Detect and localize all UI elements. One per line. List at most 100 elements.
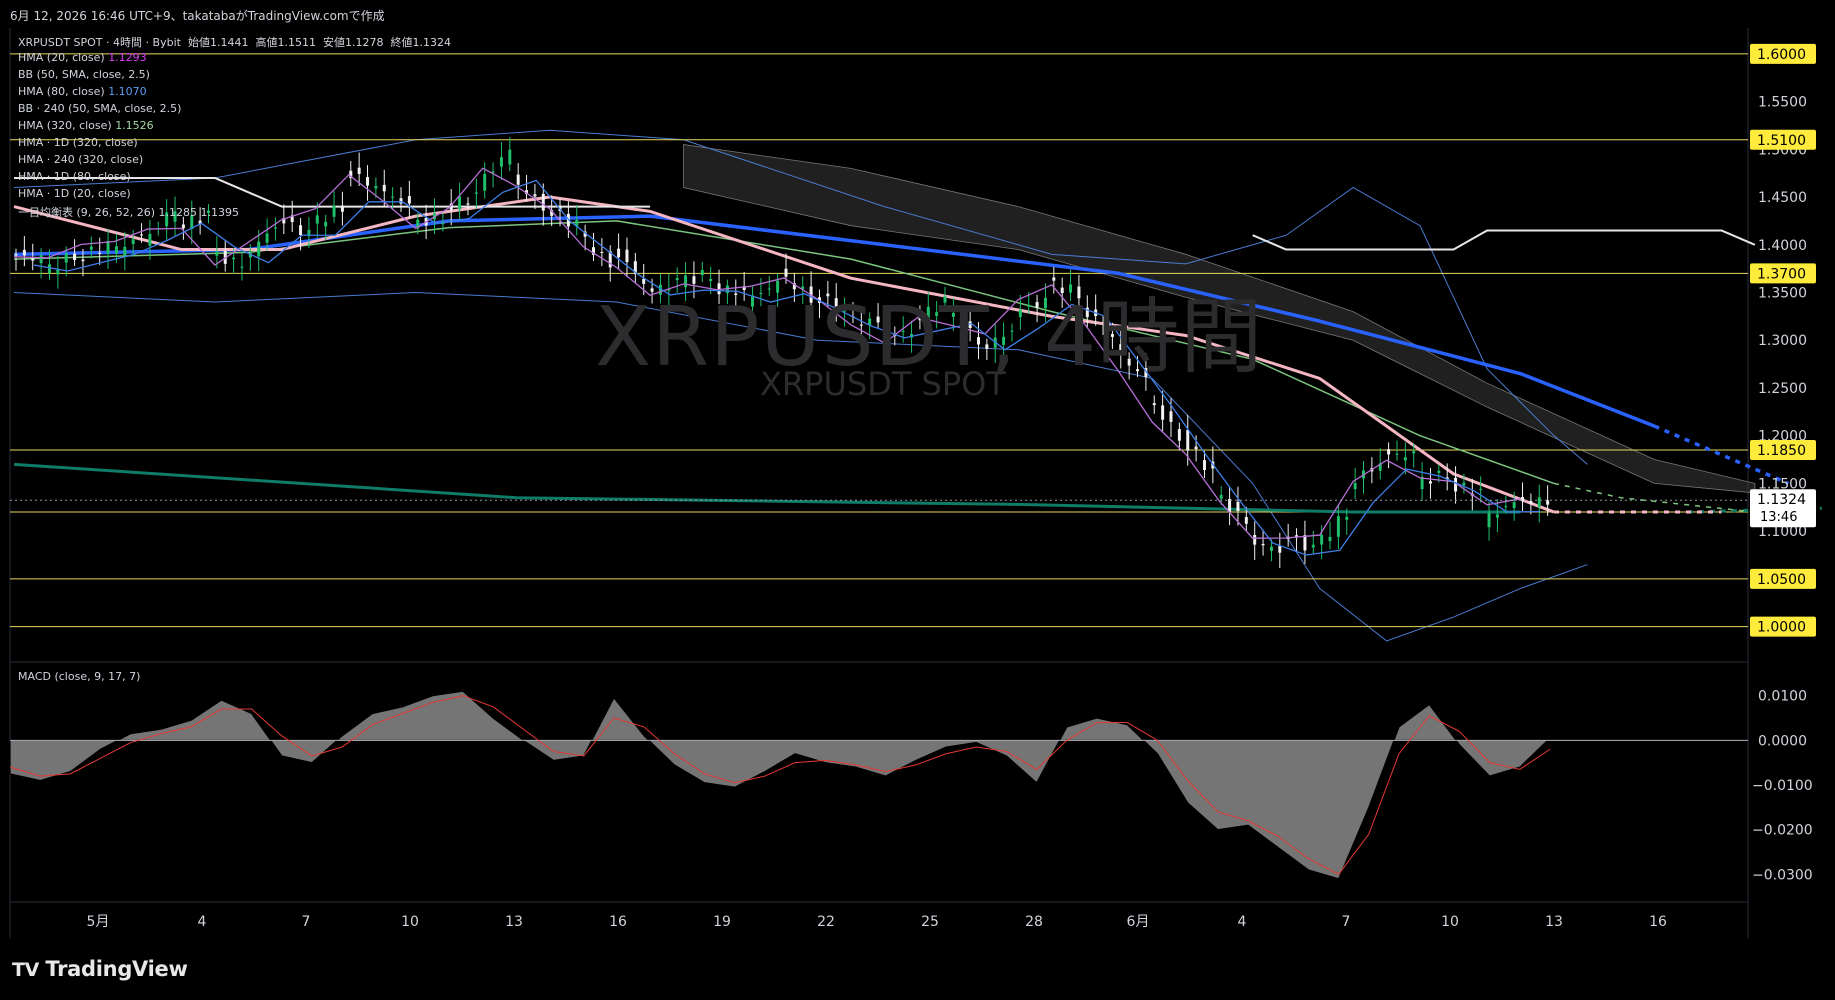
candle-body[interactable] [232, 257, 236, 260]
candle-body[interactable] [1479, 488, 1483, 490]
candle-body[interactable] [64, 253, 68, 263]
candle-body[interactable] [114, 246, 118, 254]
candle-body[interactable] [1194, 446, 1198, 450]
indicator-legend-item[interactable]: BB · 240 (50, SMA, close, 2.5) [18, 102, 181, 115]
candle-body[interactable] [81, 259, 85, 262]
chart-canvas[interactable]: 1.60001.55001.50001.45001.40001.35001.30… [0, 0, 1835, 940]
candle-body[interactable] [1403, 457, 1407, 461]
candle-body[interactable] [474, 192, 478, 194]
candle-body[interactable] [1152, 403, 1156, 406]
candle-body[interactable] [340, 205, 344, 212]
candle-body[interactable] [1202, 460, 1206, 471]
candle-body[interactable] [499, 157, 503, 167]
candle-body[interactable] [1512, 502, 1516, 509]
candle-body[interactable] [299, 225, 303, 236]
candle-body[interactable] [382, 184, 386, 192]
candle-body[interactable] [1303, 535, 1307, 551]
candle-body[interactable] [1345, 516, 1349, 520]
indicator-legend-item[interactable]: HMA · 1D (20, close) [18, 187, 131, 200]
candle-body[interactable] [508, 149, 512, 165]
candle-body[interactable] [1412, 451, 1416, 454]
candle-body[interactable] [1169, 411, 1173, 422]
candle-body[interactable] [265, 233, 269, 243]
indicator-legend-item[interactable]: HMA (80, close) 1.1070 [18, 85, 147, 98]
candle-body[interactable] [1269, 546, 1273, 551]
candle-body[interactable] [257, 241, 261, 257]
candle-body[interactable] [1177, 429, 1181, 441]
candle-body[interactable] [123, 246, 127, 256]
candle-body[interactable] [1186, 429, 1190, 451]
candle-body[interactable] [1462, 482, 1466, 486]
candle-body[interactable] [1495, 514, 1499, 518]
candle-body[interactable] [1537, 497, 1541, 508]
symbol-legend[interactable]: XRPUSDT SPOT · 4時間 · Bybit 始値1.1441 高値1.… [18, 34, 451, 50]
candle-body[interactable] [1261, 543, 1265, 546]
candle-body[interactable] [131, 239, 135, 245]
candle-body[interactable] [324, 221, 328, 227]
candle-body[interactable] [458, 196, 462, 210]
candle-body[interactable] [391, 196, 395, 198]
candle-body[interactable] [1437, 470, 1441, 473]
candle-body[interactable] [366, 177, 370, 186]
indicator-legend-item[interactable]: BB (50, SMA, close, 2.5) [18, 68, 150, 81]
candle-body[interactable] [533, 194, 537, 197]
indicator-value: 1.1293 [108, 51, 147, 64]
candle-body[interactable] [47, 264, 51, 274]
candle-body[interactable] [1311, 544, 1315, 548]
candle-body[interactable] [1353, 483, 1357, 490]
candle-body[interactable] [98, 252, 102, 254]
candle-body[interactable] [1428, 481, 1432, 484]
candle-body[interactable] [240, 266, 244, 268]
candle-body[interactable] [1529, 500, 1533, 504]
candle-body[interactable] [1253, 534, 1257, 545]
candle-body[interactable] [1244, 516, 1248, 524]
indicator-legend-item[interactable]: HMA · 240 (320, close) [18, 153, 143, 166]
candle-body[interactable] [1454, 477, 1458, 492]
candle-body[interactable] [625, 249, 629, 263]
indicator-legend-item[interactable]: HMA · 1D (80, close) [18, 170, 131, 183]
indicator-legend-item[interactable]: HMA · 1D (320, close) [18, 136, 138, 149]
candle-body[interactable] [181, 224, 185, 229]
candle-body[interactable] [215, 251, 219, 256]
candle-body[interactable] [399, 198, 403, 204]
candle-body[interactable] [22, 249, 26, 256]
candle-body[interactable] [73, 253, 77, 261]
candle-body[interactable] [1395, 453, 1399, 455]
candle-body[interactable] [1161, 405, 1165, 420]
indicator-legend-item[interactable]: HMA (20, close) 1.1293 [18, 51, 147, 64]
indicator-legend-item[interactable]: 一目均衡表 (9, 26, 52, 26) 1.1285 1.1395 [18, 204, 239, 220]
candle-body[interactable] [357, 167, 361, 174]
candle-body[interactable] [1487, 513, 1491, 528]
candle-body[interactable] [1228, 498, 1232, 512]
candle-body[interactable] [1295, 535, 1299, 537]
candle-body[interactable] [407, 196, 411, 204]
candle-body[interactable] [1320, 535, 1324, 545]
candle-body[interactable] [483, 173, 487, 191]
candle-body[interactable] [1387, 449, 1391, 455]
indicator-legend-item[interactable]: HMA (320, close) 1.1526 [18, 119, 154, 132]
candle-body[interactable] [600, 252, 604, 254]
candle-body[interactable] [516, 174, 520, 185]
candle-body[interactable] [148, 233, 152, 246]
candle-body[interactable] [140, 234, 144, 236]
candle-body[interactable] [1546, 500, 1550, 505]
candle-body[interactable] [14, 254, 18, 256]
candle-body[interactable] [31, 258, 35, 261]
candle-body[interactable] [1336, 516, 1340, 537]
tradingview-logo[interactable]: 𝗧𝗩 TradingView [12, 957, 188, 981]
candle-body[interactable] [332, 205, 336, 217]
candle-body[interactable] [617, 248, 621, 258]
candle-body[interactable] [315, 215, 319, 224]
candle-body[interactable] [1328, 536, 1332, 542]
candle-body[interactable] [1219, 494, 1223, 499]
candle-body[interactable] [541, 193, 545, 211]
candle-body[interactable] [273, 227, 277, 229]
candle-body[interactable] [39, 255, 43, 264]
candle-body[interactable] [374, 185, 378, 189]
candle-body[interactable] [89, 246, 93, 250]
candle-body[interactable] [106, 240, 110, 254]
price-tick-label: 1.5500 [1758, 95, 1807, 111]
candle-body[interactable] [1504, 506, 1508, 508]
candle-body[interactable] [1236, 501, 1240, 512]
candle-body[interactable] [466, 203, 470, 205]
